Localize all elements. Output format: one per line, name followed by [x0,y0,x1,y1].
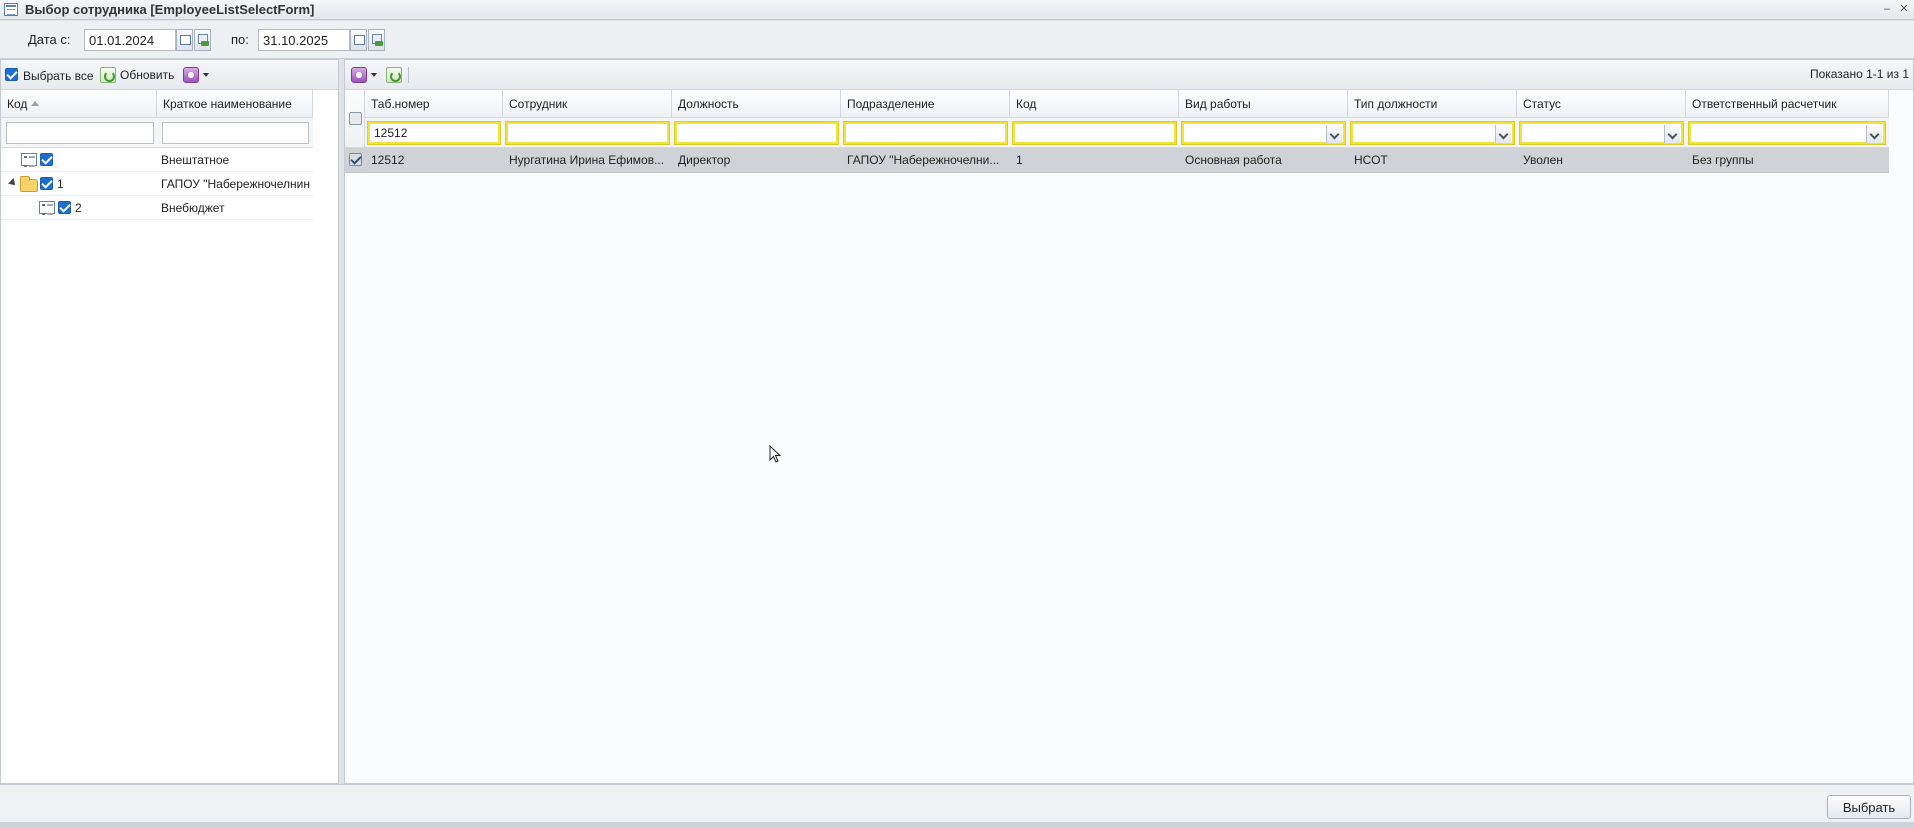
tree-row[interactable]: 2 Внебюджет [1,196,313,220]
department-tree-panel: Выбрать все Обновить Код Краткое наимено… [0,59,339,784]
filter-employee-input[interactable] [505,121,670,145]
tree-row[interactable]: 1 ГАПОУ "Набережночелнин [1,172,313,196]
right-toolbar: Показано 1-1 из 1 [345,60,1913,90]
list-icon [21,153,37,167]
filter-position-type-combo[interactable] [1350,121,1515,145]
column-header-code-label: Код [7,97,28,111]
filter-department-input[interactable] [843,121,1008,145]
refresh-icon[interactable] [100,67,116,83]
window-title: Выбор сотрудника [EmployeeListSelectForm… [25,2,315,17]
column-header-position[interactable]: Должность [672,90,841,118]
grid-filter-row [365,118,1889,148]
tree-row-name: Внештатное [161,153,230,167]
expand-arrow-icon[interactable] [8,178,18,188]
window-list-icon [4,3,18,16]
cell-work-type: Основная работа [1185,153,1282,167]
row-checkbox[interactable] [349,153,362,166]
paging-info: Показано 1-1 из 1 [1809,67,1909,81]
date-to-clear-icon[interactable] [368,29,385,51]
filter-short-name-input[interactable] [162,122,309,144]
column-header-code[interactable]: Код [1,90,157,118]
settings-menu-icon[interactable] [351,67,367,83]
tree-row[interactable]: Внештатное [1,148,313,172]
date-from-calendar-icon[interactable] [176,29,193,51]
column-header-tab-number[interactable]: Таб.номер [365,90,503,118]
list-icon [39,201,55,215]
cell-position-type: НСОТ [1354,153,1388,167]
minimize-button[interactable]: ‒ [1880,3,1894,17]
left-toolbar: Выбрать все Обновить [1,60,338,90]
column-header-short-name[interactable]: Краткое наименование [157,90,313,118]
column-header-code[interactable]: Код [1010,90,1179,118]
select-column-header [345,90,365,148]
filter-code-input[interactable] [6,122,154,144]
select-all-label[interactable]: Выбрать все [23,69,94,83]
date-from-label: Дата с: [28,32,71,47]
mouse-cursor-icon [769,445,781,463]
close-button[interactable]: ✕ [1897,3,1911,17]
select-all-rows-checkbox[interactable] [349,112,362,125]
dialog-footer: Выбрать [0,784,1914,822]
select-all-checkbox[interactable] [5,68,18,81]
column-header-employee[interactable]: Сотрудник [503,90,672,118]
cell-code: 1 [1016,153,1023,167]
column-header-responsible[interactable]: Ответственный расчетчик [1686,90,1889,118]
chevron-down-icon[interactable] [1495,125,1511,143]
column-header-work-type[interactable]: Вид работы [1179,90,1348,118]
cell-tab-number: 12512 [371,153,405,167]
date-from-clear-icon[interactable] [194,29,211,51]
filter-position-input[interactable] [674,121,839,145]
date-to-calendar-icon[interactable] [350,29,367,51]
tree-row-code: 2 [75,201,82,215]
tree-row-checkbox[interactable] [58,201,71,214]
toolbar-separator [408,67,409,83]
refresh-button-label[interactable]: Обновить [120,68,174,82]
cell-employee: Нургатина Ирина Ефимов... [509,153,665,167]
tree-row-checkbox[interactable] [40,177,53,190]
folder-icon [20,176,38,192]
refresh-icon[interactable] [386,67,402,83]
employee-grid-panel: Показано 1-1 из 1 Таб.номер Сотрудник До… [344,59,1914,784]
footer-strip [0,822,1914,828]
column-header-status[interactable]: Статус [1517,90,1686,118]
filter-status-combo[interactable] [1519,121,1684,145]
select-button[interactable]: Выбрать [1827,795,1911,819]
cell-status: Уволен [1523,153,1563,167]
cell-department: ГАПОУ "Набережночелни... [847,153,1000,167]
chevron-down-icon[interactable] [371,73,377,77]
date-filter-bar: Дата с: по: [0,21,1914,59]
tree-row-code: 1 [57,177,64,191]
settings-menu-icon[interactable] [183,67,199,83]
sort-asc-icon [31,101,40,106]
tree-row-name: ГАПОУ "Набережночелнин [161,177,310,191]
filter-code-input[interactable] [1012,121,1177,145]
column-header-position-type[interactable]: Тип должности [1348,90,1517,118]
filter-tab-number-input[interactable] [367,121,501,145]
cell-responsible: Без группы [1692,153,1754,167]
chevron-down-icon[interactable] [1866,125,1882,143]
left-filter-row [1,118,313,148]
cell-position: Директор [678,153,731,167]
chevron-down-icon[interactable] [1664,125,1680,143]
chevron-down-icon[interactable] [1326,125,1342,143]
date-from-input[interactable] [84,29,176,51]
filter-responsible-combo[interactable] [1688,121,1886,145]
date-to-label: по: [231,32,249,47]
chevron-down-icon[interactable] [203,73,209,77]
filter-work-type-combo[interactable] [1181,121,1346,145]
tree-row-name: Внебюджет [161,201,225,215]
column-header-department[interactable]: Подразделение [841,90,1010,118]
tree-row-checkbox[interactable] [40,153,53,166]
date-to-input[interactable] [258,29,350,51]
window-titlebar: Выбор сотрудника [EmployeeListSelectForm… [0,0,1914,20]
table-row[interactable]: 12512 Нургатина Ирина Ефимов... Директор… [345,148,1889,173]
